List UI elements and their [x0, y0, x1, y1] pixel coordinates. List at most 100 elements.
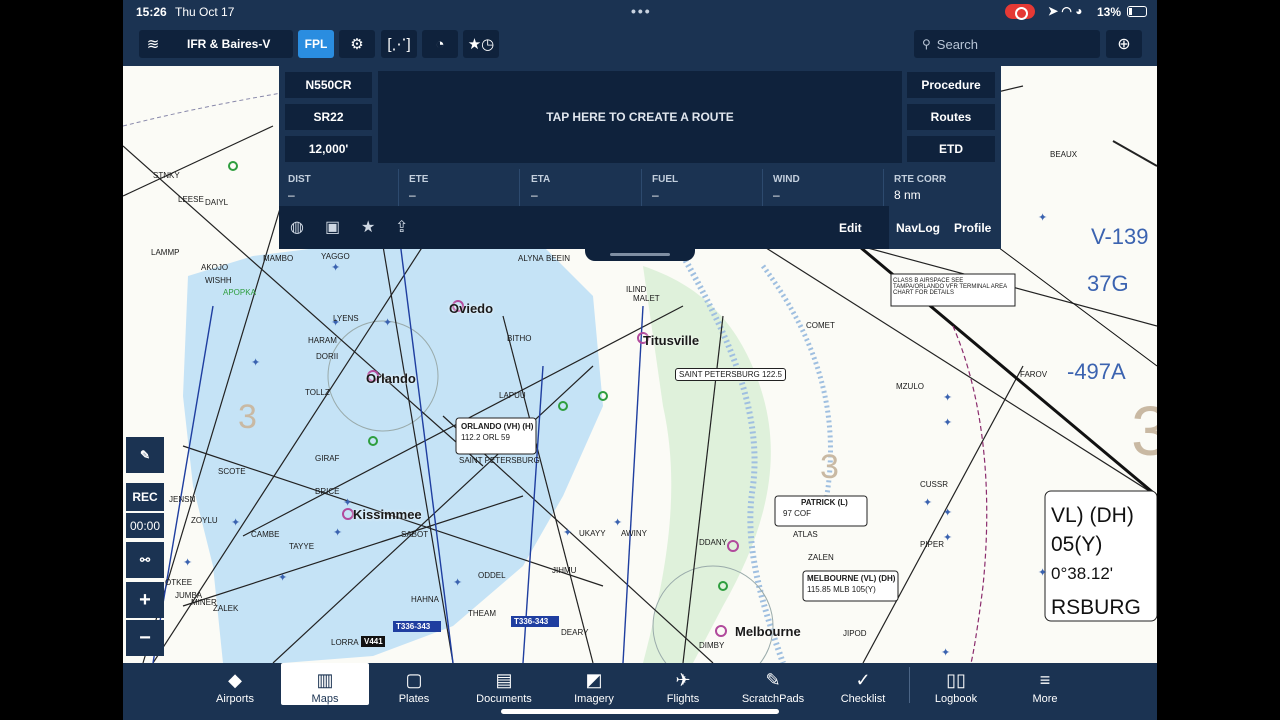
- cruise-altitude-button[interactable]: 12,000': [285, 136, 372, 162]
- city-label-kissimmee: Kissimmee: [353, 507, 422, 522]
- zoom-out-button[interactable]: −: [126, 620, 164, 656]
- battery-icon: [1127, 6, 1147, 17]
- airport-apopka: APOPKA: [223, 288, 256, 297]
- fix-zalen: ZALEN: [808, 553, 834, 562]
- svg-text:✦: ✦: [943, 507, 952, 519]
- fpl-button[interactable]: FPL: [298, 30, 334, 58]
- fix-jipod: JIPOD: [843, 629, 867, 638]
- home-indicator[interactable]: [501, 709, 779, 714]
- tab-separator: [909, 667, 910, 703]
- stat-wind[interactable]: WIND –: [764, 169, 884, 206]
- navlog-tab[interactable]: NavLog: [896, 221, 940, 235]
- stat-rte-corr[interactable]: RTE CORR 8 nm: [885, 169, 1005, 206]
- battery-percent: 13%: [1097, 5, 1122, 19]
- tab-maps[interactable]: ▥ Maps: [281, 663, 369, 705]
- tab-flights[interactable]: ✈ Flights: [639, 663, 727, 705]
- airway-label-v139: V-139: [1091, 224, 1149, 249]
- app-window: 15:26 Thu Oct 17 ••• ➤ ◠ ◕ 13% ≋ IFR & B…: [123, 0, 1157, 720]
- favorites-recents-button[interactable]: ★◷: [463, 30, 499, 58]
- route-line-button[interactable]: ⚯: [126, 542, 164, 578]
- record-button[interactable]: REC: [126, 483, 164, 511]
- fix-lyens: LYENS: [333, 314, 359, 323]
- aircraft-tail-button[interactable]: N550CR: [285, 72, 372, 98]
- airport-icon: ◆: [228, 670, 242, 690]
- briefcase-icon[interactable]: ▣: [325, 217, 340, 237]
- svg-text:V441: V441: [364, 637, 383, 646]
- map-layers-button[interactable]: ≋ IFR & Baires-V: [139, 30, 293, 58]
- stat-ete[interactable]: ETE –: [400, 169, 520, 206]
- fix-bitho: BITHO: [507, 334, 532, 343]
- more-icon: ≡: [1039, 670, 1051, 690]
- stat-eta[interactable]: ETA –: [522, 169, 642, 206]
- stat-dist[interactable]: DIST –: [279, 169, 399, 206]
- mea-label-37g: 37G: [1087, 271, 1129, 296]
- stat-eta-label: ETA: [531, 174, 551, 185]
- multitask-dots-icon[interactable]: •••: [631, 3, 652, 19]
- fix-sabot: SABOT: [401, 530, 429, 539]
- stat-ete-value: –: [409, 188, 416, 202]
- tab-plates[interactable]: ▢ Plates: [370, 663, 458, 705]
- fix-atlas: ATLAS: [793, 530, 818, 539]
- fix-ddany: DDANY: [699, 538, 728, 547]
- route-editor[interactable]: TAP HERE TO CREATE A ROUTE: [378, 71, 902, 163]
- zoom-in-button[interactable]: +: [126, 582, 164, 618]
- svg-text:T336-343: T336-343: [514, 617, 549, 626]
- tab-checklist[interactable]: ✓ Checklist: [819, 663, 907, 705]
- svg-text:✦: ✦: [453, 577, 462, 589]
- fix-cambe: CAMBE: [251, 530, 280, 539]
- tab-scratchpads-label: ScratchPads: [741, 693, 805, 705]
- svg-text:✦: ✦: [231, 517, 240, 529]
- edit-button[interactable]: Edit: [839, 221, 862, 235]
- tab-logbook[interactable]: ▯▯ Logbook: [912, 663, 1000, 705]
- stat-fuel-label: FUEL: [652, 174, 679, 185]
- share-icon[interactable]: ⇪: [395, 217, 408, 237]
- route-tools-button[interactable]: [⋰]: [381, 30, 417, 58]
- scratchpad-icon: ✎: [765, 670, 781, 690]
- grid-altitude-center: 3: [820, 448, 839, 486]
- tab-more[interactable]: ≡ More: [1001, 663, 1089, 705]
- svg-text:✦: ✦: [333, 527, 342, 539]
- flight-plan-panel: N550CR SR22 12,000' TAP HERE TO CREATE A…: [279, 66, 1001, 249]
- melbourne-enlarged-freq: 05(Y): [1051, 533, 1103, 556]
- search-input[interactable]: ⚲ Search: [914, 30, 1100, 58]
- melbourne-enlarged-coord: 0°38.12': [1051, 564, 1114, 583]
- star-icon[interactable]: ★: [361, 217, 375, 237]
- fix-awiny: AWINY: [621, 529, 647, 538]
- etd-button[interactable]: ETD: [907, 136, 995, 162]
- tab-airports[interactable]: ◆ Airports: [191, 663, 279, 705]
- tab-documents-label: Documents: [476, 693, 532, 705]
- fix-jumba: JUMBA: [175, 591, 203, 600]
- mea-label-497a: -497A: [1067, 359, 1126, 384]
- svg-text:✦: ✦: [943, 532, 952, 544]
- tab-scratchpads[interactable]: ✎ ScratchPads: [729, 663, 817, 705]
- fix-dimby: DIMBY: [699, 641, 725, 650]
- procedure-button[interactable]: Procedure: [907, 72, 995, 98]
- aircraft-type-button[interactable]: SR22: [285, 104, 372, 130]
- stat-wind-value: –: [773, 188, 780, 202]
- tab-imagery[interactable]: ◩ Imagery: [550, 663, 638, 705]
- fix-mzulo: MZULO: [896, 382, 924, 391]
- fss-freq-saint-pete: SAINT PETERSBURG 122.5: [675, 368, 786, 381]
- stat-fuel-value: –: [652, 188, 659, 202]
- draw-button[interactable]: ✎: [126, 437, 164, 473]
- settings-button[interactable]: ⚙: [339, 30, 375, 58]
- stat-fuel[interactable]: FUEL –: [643, 169, 763, 206]
- crosshair-icon: ⊕: [1117, 36, 1131, 53]
- instruments-button[interactable]: ◔: [422, 30, 458, 58]
- fix-oddel: ODDEL: [478, 571, 506, 580]
- patrick-label: PATRICK (L): [801, 498, 848, 507]
- flights-icon: ✈: [675, 670, 691, 690]
- tab-documents[interactable]: ▤ Documents: [460, 663, 548, 705]
- patrick-freq: 97 COF: [783, 509, 812, 518]
- flight-stats-row: DIST – ETE – ETA – FUEL – WIND – RTE COR…: [279, 169, 1001, 206]
- profile-tab[interactable]: Profile: [954, 221, 991, 235]
- fix-ilind: ILIND: [626, 285, 647, 294]
- route-bracket-icon: [⋰]: [387, 36, 411, 53]
- track-up-button[interactable]: ⊕: [1106, 30, 1142, 58]
- routes-button[interactable]: Routes: [907, 104, 995, 130]
- panel-drag-handle[interactable]: [585, 243, 695, 261]
- fix-yaggo: YAGGO: [321, 252, 350, 261]
- globe-icon[interactable]: ◍: [290, 217, 304, 237]
- svg-text:✦: ✦: [613, 517, 622, 529]
- tab-maps-label: Maps: [311, 693, 339, 705]
